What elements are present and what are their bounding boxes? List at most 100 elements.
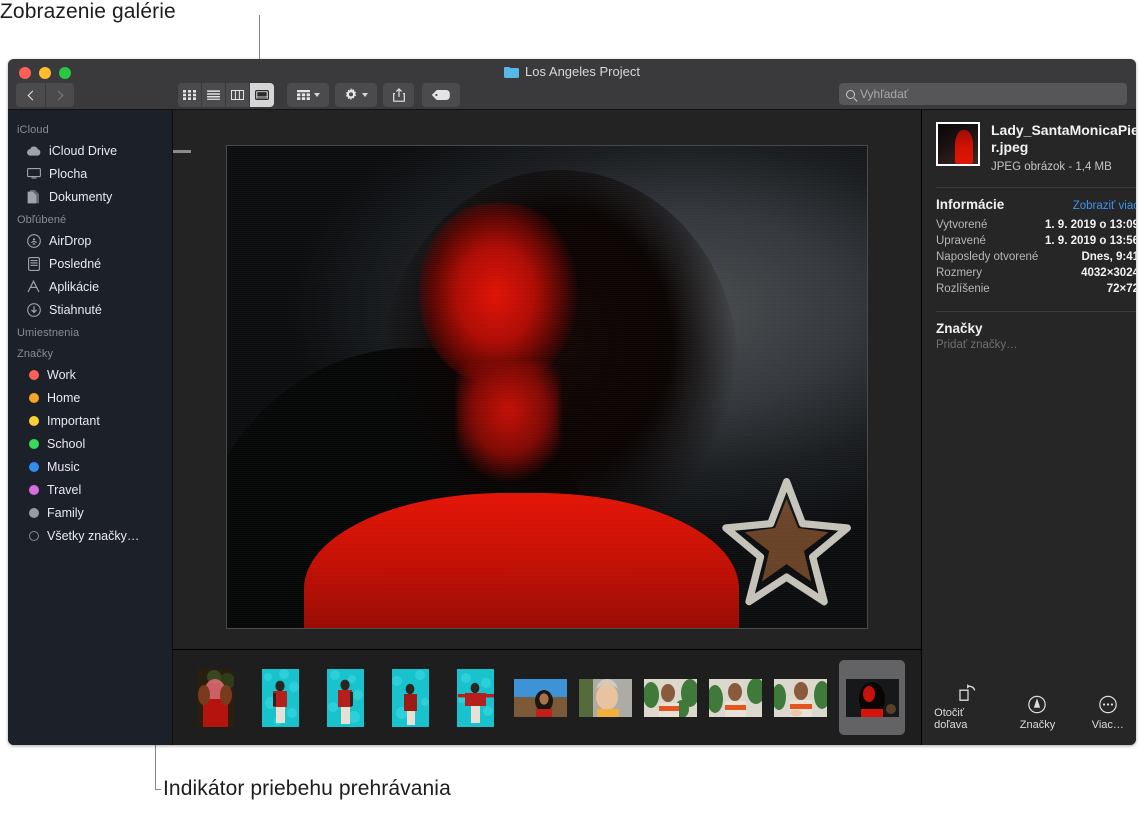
info-row: Rozlíšenie 72×72 — [936, 281, 1136, 297]
list-icon — [207, 90, 220, 100]
playback-progress-indicator — [173, 150, 191, 153]
group-by-button[interactable] — [287, 83, 329, 107]
info-key: Rozmery — [936, 267, 982, 279]
finder-window: Los Angeles Project — [8, 59, 1136, 745]
tag-dot-icon — [29, 462, 39, 472]
callout-gallery-view: Zobrazenie galérie — [0, 0, 176, 24]
sidebar-item-recents[interactable]: Posledné — [8, 252, 172, 275]
list-item[interactable] — [384, 661, 437, 734]
window-title: Los Angeles Project — [8, 64, 1136, 79]
divider — [936, 187, 1136, 188]
window-title-text: Los Angeles Project — [525, 64, 640, 79]
gallery-view-button[interactable] — [250, 83, 274, 107]
chevron-down-icon — [362, 93, 368, 97]
info-value: Dnes, 9:41 — [1081, 251, 1136, 263]
chevron-right-icon — [54, 90, 64, 100]
list-view-button[interactable] — [202, 83, 226, 107]
list-item[interactable] — [644, 661, 697, 734]
file-thumbnail-image — [938, 124, 978, 164]
more-button[interactable]: Viac… — [1075, 692, 1136, 731]
info-row: Upravené 1. 9. 2019 o 13:56 — [936, 233, 1136, 249]
thumbnail-image — [846, 679, 899, 717]
forward-button[interactable] — [45, 83, 74, 107]
toolbar: Vyhľadať — [8, 81, 1136, 110]
thumbnail-image — [774, 679, 827, 717]
sidebar-label: Travel — [47, 483, 81, 497]
sidebar-item-tag-music[interactable]: Music — [8, 455, 172, 478]
info-panel: Lady_SantaMonicaPier.jpeg JPEG obrázok -… — [921, 110, 1136, 745]
sidebar-item-downloads[interactable]: Stiahnuté — [8, 298, 172, 321]
markup-icon — [1027, 692, 1047, 714]
tag-dot-icon — [29, 393, 39, 403]
search-placeholder: Vyhľadať — [860, 87, 908, 101]
hero-photo[interactable] — [226, 145, 868, 629]
sidebar-label: Family — [47, 506, 84, 520]
info-value: 4032×3024 — [1081, 267, 1136, 279]
list-item[interactable] — [514, 661, 567, 734]
sidebar-label: Important — [47, 414, 100, 428]
sidebar-label: iCloud Drive — [49, 144, 117, 158]
sidebar-item-applications[interactable]: Aplikácie — [8, 275, 172, 298]
icon-view-button[interactable] — [178, 83, 202, 107]
thumbnail-image — [644, 679, 697, 717]
sidebar-item-tag-school[interactable]: School — [8, 432, 172, 455]
sidebar-item-icloud-drive[interactable]: iCloud Drive — [8, 139, 172, 162]
sidebar-label: Stiahnuté — [49, 303, 102, 317]
search-field[interactable]: Vyhľadať — [839, 83, 1127, 105]
list-item[interactable] — [254, 661, 307, 734]
sidebar-heading-tags: Značky — [8, 342, 172, 363]
sidebar-item-documents[interactable]: Dokumenty — [8, 185, 172, 208]
list-item[interactable] — [319, 661, 372, 734]
sidebar-item-tag-travel[interactable]: Travel — [8, 478, 172, 501]
list-item[interactable] — [774, 661, 827, 734]
show-more-link[interactable]: Zobraziť viac — [1073, 200, 1136, 212]
sidebar-item-tag-home[interactable]: Home — [8, 386, 172, 409]
sidebar-label: Všetky značky… — [47, 529, 139, 543]
sidebar-item-tag-family[interactable]: Family — [8, 501, 172, 524]
callout-playback-progress: Indikátor priebehu prehrávania — [163, 777, 451, 801]
file-kind-size: JPEG obrázok - 1,4 MB — [991, 161, 1136, 173]
applications-icon — [26, 279, 41, 294]
thumbnail-image — [457, 669, 494, 727]
sidebar-heading-favourites: Obľúbené — [8, 208, 172, 229]
info-value: 72×72 — [1107, 283, 1136, 295]
thumbnail-image — [579, 679, 632, 717]
gear-icon — [344, 88, 358, 102]
thumbnail-image — [197, 669, 234, 727]
more-label: Viac… — [1092, 719, 1124, 731]
info-row: Vytvorené 1. 9. 2019 o 13:09 — [936, 217, 1136, 233]
list-item[interactable] — [189, 661, 242, 734]
edit-tags-button[interactable] — [422, 83, 460, 107]
thumbnail-image — [514, 679, 567, 717]
list-item[interactable] — [709, 661, 762, 734]
list-item[interactable] — [579, 661, 632, 734]
list-item-selected[interactable] — [839, 660, 905, 735]
sidebar-label: Posledné — [49, 257, 101, 271]
blue-folder-icon — [504, 66, 519, 78]
sidebar-label: Plocha — [49, 167, 87, 181]
tag-dot-icon — [29, 485, 39, 495]
add-tags-field[interactable]: Pridať značky… — [936, 339, 1136, 351]
action-gear-button[interactable] — [335, 83, 377, 107]
tag-icon — [432, 90, 450, 100]
back-button[interactable] — [16, 83, 45, 107]
file-thumbnail — [936, 122, 980, 166]
sidebar-label: AirDrop — [49, 234, 91, 248]
rotate-left-button[interactable]: Otočiť doľava — [934, 680, 1000, 731]
airdrop-icon — [26, 233, 41, 248]
more-ellipsis-icon — [1098, 692, 1118, 714]
sidebar-heading-icloud: iCloud — [8, 118, 172, 139]
share-button[interactable] — [383, 83, 414, 107]
divider — [936, 311, 1136, 312]
list-item[interactable] — [449, 661, 502, 734]
markup-button[interactable]: Značky — [1004, 692, 1070, 731]
sidebar-item-all-tags[interactable]: Všetky značky… — [8, 524, 172, 547]
filmstrip[interactable] — [173, 649, 921, 745]
sidebar-item-tag-work[interactable]: Work — [8, 363, 172, 386]
sidebar-item-desktop[interactable]: Plocha — [8, 162, 172, 185]
search-icon — [846, 90, 855, 99]
sidebar-item-tag-important[interactable]: Important — [8, 409, 172, 432]
tags-title: Značky — [936, 321, 1136, 336]
column-view-button[interactable] — [226, 83, 250, 107]
sidebar-item-airdrop[interactable]: AirDrop — [8, 229, 172, 252]
